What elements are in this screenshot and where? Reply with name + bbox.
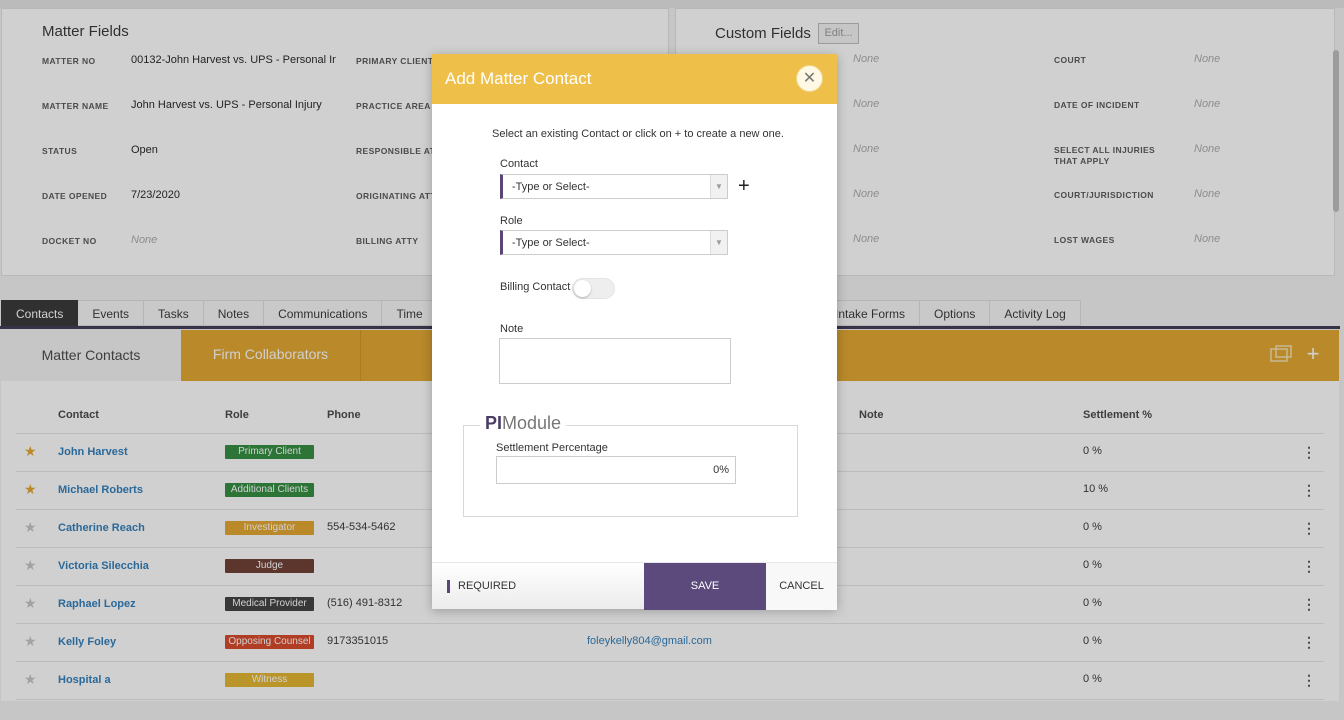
- modal-header: Add Matter Contact ✕: [432, 54, 837, 104]
- matter-page: Matter Fields MATTER NO 00132-John Harve…: [0, 0, 1344, 720]
- pi-module-rest-text: Module: [502, 413, 562, 433]
- save-button[interactable]: SAVE: [644, 563, 766, 610]
- note-label: Note: [500, 323, 524, 335]
- required-indicator: [447, 580, 450, 593]
- add-new-contact-icon[interactable]: +: [738, 176, 750, 196]
- contact-label: Contact: [500, 158, 538, 170]
- contact-select[interactable]: -Type or Select- ▼: [500, 174, 728, 199]
- billing-contact-label: Billing Contact: [500, 281, 571, 293]
- chevron-down-icon[interactable]: ▼: [710, 175, 727, 198]
- settlement-percentage-label: Settlement Percentage: [496, 442, 608, 454]
- note-textarea[interactable]: [499, 338, 731, 384]
- close-icon[interactable]: ✕: [796, 65, 823, 92]
- cancel-button[interactable]: CANCEL: [766, 563, 837, 610]
- role-select[interactable]: -Type or Select- ▼: [500, 230, 728, 255]
- add-matter-contact-modal: Add Matter Contact ✕ Select an existing …: [432, 54, 837, 610]
- required-label: REQUIRED: [458, 580, 517, 592]
- role-select-placeholder: -Type or Select-: [512, 237, 590, 249]
- pi-module-legend: PIModule: [480, 412, 567, 434]
- modal-hint: Select an existing Contact or click on +…: [492, 128, 784, 140]
- billing-contact-toggle[interactable]: [572, 278, 615, 299]
- contact-select-placeholder: -Type or Select-: [512, 181, 590, 193]
- settlement-percentage-input[interactable]: 0%: [496, 456, 736, 484]
- modal-footer: REQUIRED SAVE CANCEL: [432, 562, 837, 610]
- role-label: Role: [500, 215, 523, 227]
- pi-module-pi-text: PI: [485, 413, 503, 433]
- toggle-knob: [574, 280, 591, 297]
- modal-title: Add Matter Contact: [445, 69, 592, 88]
- chevron-down-icon[interactable]: ▼: [710, 231, 727, 254]
